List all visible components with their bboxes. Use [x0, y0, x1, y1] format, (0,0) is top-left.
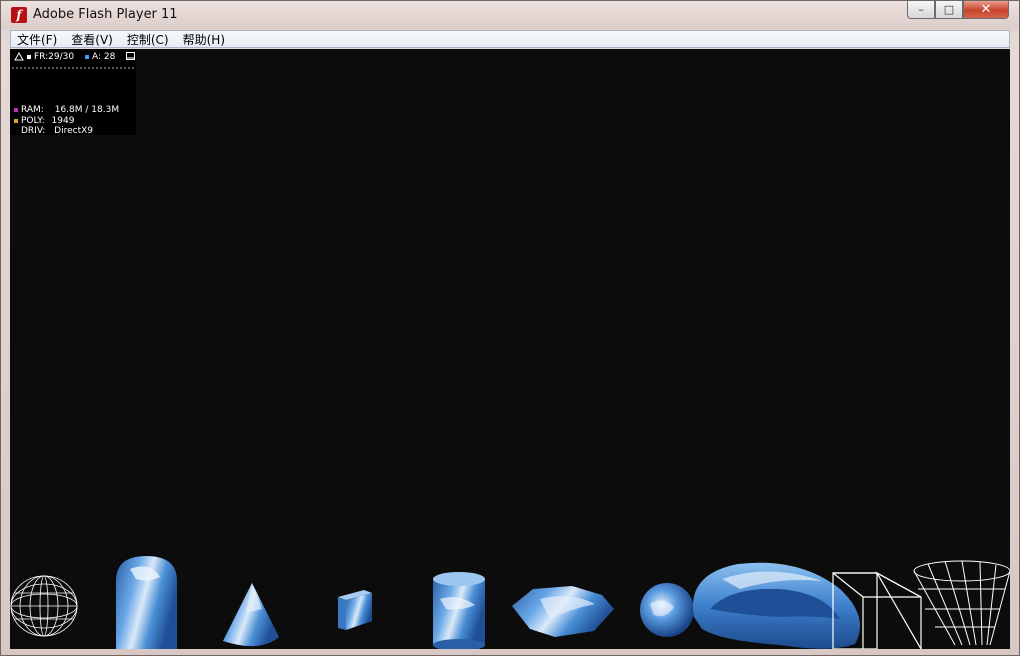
ram-row: RAM: 16.8M / 18.3M — [14, 105, 119, 115]
minimize-icon: – — [918, 3, 924, 16]
textured-torus — [692, 562, 860, 649]
poly-row: POLY: 1949 — [14, 116, 74, 126]
wireframe-cone — [913, 560, 1010, 646]
a-marker-icon — [85, 54, 89, 59]
fr-marker-icon — [27, 54, 31, 59]
driv-label: DRIV: — [21, 126, 46, 136]
textured-cube — [338, 590, 372, 630]
window-controls: – □ ✕ — [907, 1, 1009, 20]
menu-file[interactable]: 文件(F) — [17, 31, 57, 48]
title-bar[interactable]: f Adobe Flash Player 11 – □ ✕ — [1, 1, 1019, 29]
textured-octagon-prism — [512, 586, 614, 637]
flash-stage[interactable]: FR:29/30 A: 28 RAM: 16.8M / 18.3M POLY: … — [10, 49, 1010, 649]
menu-bar: 文件(F) 查看(V) 控制(C) 帮助(H) — [10, 30, 1010, 48]
ram-marker-icon — [14, 107, 18, 112]
menu-view[interactable]: 查看(V) — [71, 31, 113, 48]
wireframe-sphere — [10, 575, 78, 637]
window-title: Adobe Flash Player 11 — [33, 7, 178, 22]
driv-value: DirectX9 — [54, 126, 94, 136]
poly-label: POLY: — [21, 116, 45, 126]
minimize-button[interactable]: – — [907, 1, 935, 19]
flash-player-window: f Adobe Flash Player 11 – □ ✕ 文件(F) 查看(V… — [0, 0, 1020, 656]
ram-label: RAM: — [21, 105, 44, 115]
textured-sphere — [640, 583, 694, 637]
fr-value: FR:29/30 — [34, 52, 75, 62]
menu-control[interactable]: 控制(C) — [127, 31, 169, 48]
textured-cone — [223, 583, 279, 647]
maximize-icon: □ — [943, 3, 955, 16]
primitive-shapes — [10, 556, 1010, 649]
a-value: A: 28 — [92, 52, 116, 62]
menu-help[interactable]: 帮助(H) — [183, 31, 225, 48]
stats-graph — [12, 67, 134, 69]
maximize-button[interactable]: □ — [935, 1, 963, 19]
ram-value: 16.8M / 18.3M — [54, 105, 120, 115]
stats-header: FR:29/30 A: 28 — [14, 51, 136, 62]
close-button[interactable]: ✕ — [963, 1, 1009, 19]
poly-value: 1949 — [51, 116, 75, 126]
triangle-icon[interactable] — [14, 51, 24, 61]
textured-cylinder — [433, 572, 485, 649]
minimize-panel-icon[interactable] — [126, 52, 136, 61]
driv-row: DRIV: DirectX9 — [21, 126, 93, 136]
close-icon: ✕ — [980, 2, 992, 17]
poly-marker-icon — [14, 118, 18, 123]
stats-panel: FR:29/30 A: 28 RAM: 16.8M / 18.3M POLY: … — [10, 49, 136, 136]
flash-player-icon: f — [11, 7, 27, 23]
textured-capsule — [116, 556, 177, 649]
